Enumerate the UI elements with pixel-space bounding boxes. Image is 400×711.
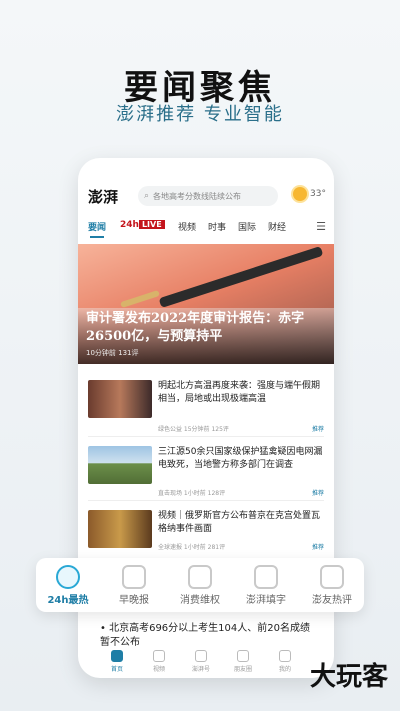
feature-label: 早晚报 (119, 595, 149, 606)
recommend-tag: 推荐 (311, 544, 324, 551)
news-title: 三江源50余只国家级保护猛禽疑因电网漏电致死，当地警方称多部门在调查 (158, 447, 323, 470)
channel-tabs: 要闻 24h LIVE 视频 时事 国际 财经 ☰ (78, 216, 334, 238)
nav-home[interactable]: 首页 (100, 650, 134, 673)
news-meta: 绿色公益 15分钟前 125评 (158, 426, 229, 433)
divider (88, 436, 324, 437)
hero-meta: 10分钟前 131评 (86, 349, 139, 357)
news-meta: 全球速报 1小时前 281评 (158, 544, 226, 551)
friends-icon (237, 650, 249, 662)
feature-crossword[interactable]: 澎湃填字 (234, 558, 298, 612)
news-title: 明起北方高温再度来袭：强度与端午假期相当，局地或出现极端高温 (158, 381, 321, 404)
feature-24h-hot[interactable]: 24h最热 (36, 558, 100, 612)
video-thumbnail (88, 510, 152, 548)
account-icon (195, 650, 207, 662)
search-placeholder: 各地高考分数线陆续公布 (153, 191, 242, 201)
nav-label: 视频 (152, 666, 165, 673)
nav-label: 澎湃号 (191, 666, 210, 673)
nav-me[interactable]: 我的 (268, 650, 302, 673)
nav-friends[interactable]: 朋友圈 (226, 650, 260, 673)
feature-label: 澎湃填字 (246, 595, 286, 606)
news-title: 视频｜俄罗斯官方公布普京在克宫处置瓦格纳事件画面 (158, 511, 321, 534)
feature-label: 澎友热评 (312, 595, 352, 606)
feature-label: 24h最热 (47, 595, 89, 606)
sunrise-icon (122, 565, 146, 589)
nav-pengpai-account[interactable]: 澎湃号 (184, 650, 218, 673)
app-header: 澎湃 ⌕ 各地高考分数线陆续公布 33° (78, 184, 334, 210)
tab-24h-live[interactable]: 24h LIVE (120, 220, 165, 230)
hero-title: 审计署发布2022年度审计报告：赤字26500亿，与预算持平 (86, 311, 305, 344)
promo-subtitle: 澎湃推荐 专业智能 (116, 104, 284, 125)
video-icon (153, 650, 165, 662)
news-item[interactable]: 三江源50余只国家级保护猛禽疑因电网漏电致死，当地警方称多部门在调查 直击现场 … (78, 446, 334, 508)
tab-video[interactable]: 视频 (178, 220, 196, 233)
user-icon (279, 650, 291, 662)
news-item[interactable]: 明起北方高温再度来袭：强度与端午假期相当，局地或出现极端高温 绿色公益 15分钟… (78, 380, 334, 442)
tab-headline[interactable]: 要闻 (88, 220, 106, 238)
bottom-navigation: 首页 视频 澎湃号 朋友圈 我的 (100, 650, 312, 674)
flame-icon (320, 565, 344, 589)
nav-label: 首页 (110, 666, 123, 673)
search-icon: ⌕ (144, 191, 150, 201)
clock-icon (56, 565, 80, 589)
nav-label: 朋友圈 (233, 666, 252, 673)
tab-current-affairs[interactable]: 时事 (208, 220, 226, 233)
recommend-tag: 推荐 (311, 490, 324, 497)
app-logo[interactable]: 澎湃 (88, 186, 118, 207)
feature-hot-comments[interactable]: 澎友热评 (300, 558, 364, 612)
nav-label: 我的 (278, 666, 291, 673)
feature-morning-evening[interactable]: 早晚报 (102, 558, 166, 612)
divider (88, 500, 324, 501)
search-input[interactable]: ⌕ 各地高考分数线陆续公布 (138, 186, 278, 206)
bottom-headline[interactable]: 北京高考696分以上考生104人、前20名成绩暂不公布 (100, 622, 310, 650)
watermark: 大玩客 (309, 662, 388, 692)
nav-video[interactable]: 视频 (142, 650, 176, 673)
news-thumbnail (88, 446, 152, 484)
shield-icon (188, 565, 212, 589)
pen-image (158, 245, 324, 309)
menu-icon[interactable]: ☰ (316, 220, 326, 233)
weather-widget[interactable]: 33° (293, 187, 326, 201)
feature-label: 消费维权 (180, 595, 220, 606)
sun-icon (293, 187, 308, 201)
tab-finance[interactable]: 财经 (268, 220, 286, 233)
temperature: 33° (310, 189, 326, 199)
recommend-tag: 推荐 (311, 426, 324, 433)
tab-24h-label: 24h (120, 220, 139, 230)
feature-shortcuts: 24h最热 早晚报 消费维权 澎湃填字 澎友热评 (36, 558, 364, 612)
grid-icon (254, 565, 278, 589)
news-meta: 直击现场 1小时前 128评 (158, 490, 226, 497)
live-badge: LIVE (138, 220, 165, 229)
hero-article[interactable]: 审计署发布2022年度审计报告：赤字26500亿，与预算持平 10分钟前 131… (78, 244, 334, 364)
tab-international[interactable]: 国际 (238, 220, 256, 233)
feature-consumer-rights[interactable]: 消费维权 (168, 558, 232, 612)
news-thumbnail (88, 380, 152, 418)
home-icon (111, 650, 123, 662)
pen-nib-image (120, 289, 160, 309)
